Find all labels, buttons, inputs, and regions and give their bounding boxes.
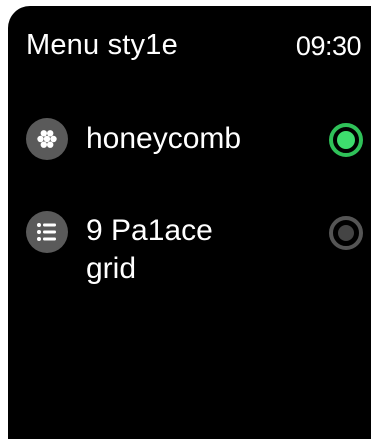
option-label-palace-grid: 9 Pa1ace grid: [86, 214, 213, 285]
menu-style-option-honeycomb[interactable]: honeycomb: [8, 110, 371, 170]
clock: 09:30: [295, 31, 362, 61]
menu-style-option-palace-grid[interactable]: 9 Pa1ace grid: [8, 202, 371, 312]
watch-screen: Menu sty1e 09:30 honeycomb 9 Pa1ace grid: [8, 6, 371, 439]
radio-unselected-palace-grid[interactable]: [329, 216, 363, 250]
status-bar: Menu sty1e 09:30: [8, 6, 371, 86]
radio-unselected-dot: [338, 225, 354, 241]
list-icon: [26, 211, 68, 253]
radio-selected-dot: [337, 131, 355, 149]
watch-frame: Menu sty1e 09:30 honeycomb 9 Pa1ace grid: [0, 0, 371, 439]
option-label-honeycomb: honeycomb: [86, 122, 242, 155]
honeycomb-icon: [26, 118, 68, 160]
page-title: Menu sty1e: [26, 29, 178, 61]
radio-selected-honeycomb[interactable]: [329, 123, 363, 157]
